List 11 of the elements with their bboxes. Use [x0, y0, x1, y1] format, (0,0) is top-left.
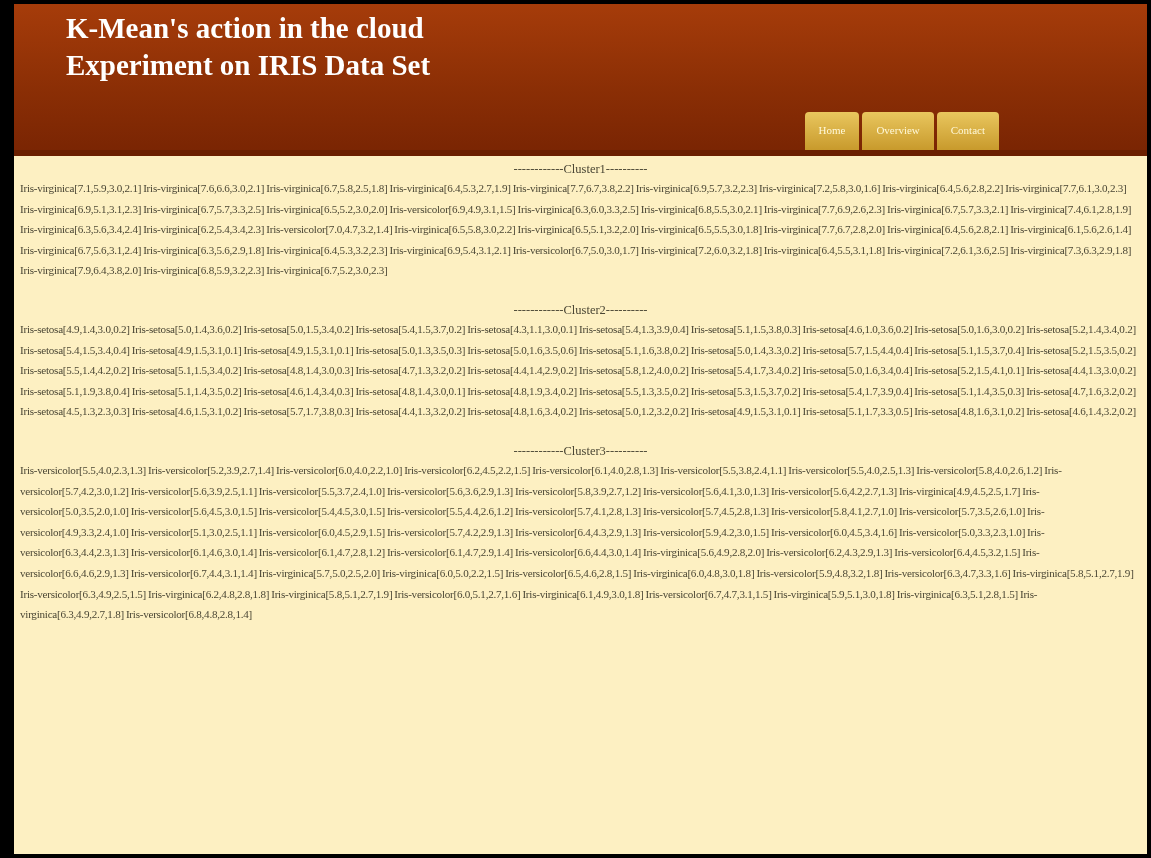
nav-tab[interactable]: Contact	[936, 111, 999, 150]
cluster-heading: ------------Cluster2----------	[512, 301, 649, 319]
cluster-heading: ------------Cluster3----------	[512, 442, 649, 460]
cluster-heading: ------------Cluster1----------	[512, 161, 649, 178]
cluster-members: Iris-virginica[7.1,5.9,3.0,2.1] Iris-virginica[7.6,6.6,3.0,2.1] Iris-virginica[6.7,5.8,2.5,1.8] Iris-virginica[6.4,5.3,2.7,1.9] Iris-virginica[7.7,6.7,3.8,2.2] Iris-virginica[6.9,5.7,3.2,2.3] Iris-virginica[7.2,5.8,3.0,1.6] Iris-virginica[6.4,5.6,2.8,2.2] Iris-virginica[7.7,6.1,3.0,2.3] Iris-virginica[6.9,5.1,3.1,2.3] Iris-virginica[6.7,5.7,3.3,2.5] Iris-virginica[6.5,5.2,3.0,2.0] Iris-versicolor[6.9,4.9,3.1,1.5] Iris-virginica[6.3,6.0,3.3,2.5] Iris-virginica[6.8,5.5,3.0,2.1] Iris-virginica[7.7,6.9,2.6,2.3] Iris-virginica[6.7,5.7,3.3,2.1] Iris-virginica[7.4,6.1,2.8,1.9] Iris-virginica[6.3,5.6,3.4,2.4] Iris-virginica[6.2,5.4,3.4,2.3] Iris-versicolor[7.0,4.7,3.2,1.4] Iris-virginica[6.5,5.8,3.0,2.2] Iris-virginica[6.5,5.1,3.2,2.0] Iris-virginica[6.5,5.5,3.0,1.8] Iris-virginica[7.7,6.7,2.8,2.0] Iris-virginica[6.4,5.6,2.8,2.1] Iris-virginica[6.1,5.6,2.6,1.4] Iris-virginica[6.7,5.6,3.1,2.4] Iris-virginica[6.3,5.6,2.9,1.8] Iris-virginica[6.4,5.3,3.2,2.3] Iris-virginica[6.9,5.4,3.1,2.1] Iris-versicolor[6.7,5.0,3.0,1.7] Iris-virginica[7.2,6.0,3.2,1.8] Iris-virginica[6.4,5.5,3.1,1.8] Iris-virginica[7.2,6.1,3.6,2.5] Iris-virginica[7.3,6.3,2.9,1.8] Iris-virginica[7.9,6.4,3.8,2.0] Iris-virginica[6.8,5.9,3.2,2.3] Iris-virginica[6.7,5.2,3.0,2.3]	[20, 181, 1133, 279]
nav-tab[interactable]: Home	[804, 111, 860, 150]
cluster-members: Iris-setosa[4.9,1.4,3.0,0.2] Iris-setosa[5.0,1.4,3.6,0.2] Iris-setosa[5.0,1.5,3.4,0.2] Iris-setosa[5.4,1.5,3.7,0.2] Iris-setosa[4.3,1.1,3.0,0.1] Iris-setosa[5.4,1.3,3.9,0.4] Iris-setosa[5.1,1.5,3.8,0.3] Iris-setosa[4.6,1.0,3.6,0.2] Iris-setosa[5.0,1.6,3.0,0.2] Iris-setosa[5.2,1.4,3.4,0.2] Iris-setosa[5.4,1.5,3.4,0.4] Iris-setosa[4.9,1.5,3.1,0.1] Iris-setosa[4.9,1.5,3.1,0.1] Iris-setosa[5.0,1.3,3.5,0.3] Iris-setosa[5.0,1.6,3.5,0.6] Iris-setosa[5.1,1.6,3.8,0.2] Iris-setosa[5.0,1.4,3.3,0.2] Iris-setosa[5.7,1.5,4.4,0.4] Iris-setosa[5.1,1.5,3.7,0.4] Iris-setosa[5.2,1.5,3.5,0.2] Iris-setosa[5.5,1.4,4.2,0.2] Iris-setosa[5.1,1.5,3.4,0.2] Iris-setosa[4.8,1.4,3.0,0.3] Iris-setosa[4.7,1.3,3.2,0.2] Iris-setosa[4.4,1.4,2.9,0.2] Iris-setosa[5.8,1.2,4.0,0.2] Iris-setosa[5.4,1.7,3.4,0.2] Iris-setosa[5.0,1.6,3.4,0.4] Iris-setosa[5.2,1.5,4.1,0.1] Iris-setosa[4.4,1.3,3.0,0.2] Iris-setosa[5.1,1.9,3.8,0.4] Iris-setosa[5.1,1.4,3.5,0.2] Iris-setosa[4.6,1.4,3.4,0.3] Iris-setosa[4.8,1.4,3.0,0.1] Iris-setosa[4.8,1.9,3.4,0.2] Iris-setosa[5.5,1.3,3.5,0.2] Iris-setosa[5.3,1.5,3.7,0.2] Iris-setosa[5.4,1.7,3.9,0.4] Iris-setosa[5.1,1.4,3.5,0.3] Iris-setosa[4.7,1.6,3.2,0.2] Iris-setosa[4.5,1.3,2.3,0.3] Iris-setosa[4.6,1.5,3.1,0.2] Iris-setosa[5.7,1.7,3.8,0.3] Iris-setosa[4.4,1.3,3.2,0.2] Iris-setosa[4.8,1.6,3.4,0.2] Iris-setosa[5.0,1.2,3.2,0.2] Iris-setosa[4.9,1.5,3.1,0.1] Iris-setosa[5.1,1.7,3.3,0.5] Iris-setosa[4.8,1.6,3.1,0.2] Iris-setosa[4.6,1.4,3.2,0.2]	[20, 321, 1137, 420]
cluster-members: Iris-versicolor[5.5,4.0,2.3,1.3] Iris-versicolor[5.2,3.9,2.7,1.4] Iris-versicolor[6.0,4.0,2.2,1.0] Iris-versicolor[6.2,4.5,2.2,1.5] Iris-versicolor[6.1,4.0,2.8,1.3] Iris-versicolor[5.5,3.8,2.4,1.1] Iris-versicolor[5.5,4.0,2.5,1.3] Iris-versicolor[5.8,4.0,2.6,1.2] Iris-versicolor[5.7,4.2,3.0,1.2] Iris-versicolor[5.6,3.9,2.5,1.1] Iris-versicolor[5.5,3.7,2.4,1.0] Iris-versicolor[5.6,3.6,2.9,1.3] Iris-versicolor[5.8,3.9,2.7,1.2] Iris-versicolor[5.6,4.1,3.0,1.3] Iris-versicolor[5.6,4.2,2.7,1.3] Iris-virginica[4.9,4.5,2.5,1.7] Iris-versicolor[5.0,3.5,2.0,1.0] Iris-versicolor[5.6,4.5,3.0,1.5] Iris-versicolor[5.4,4.5,3.0,1.5] Iris-versicolor[5.5,4.4,2.6,1.2] Iris-versicolor[5.7,4.1,2.8,1.3] Iris-versicolor[5.7,4.5,2.8,1.3] Iris-versicolor[5.8,4.1,2.7,1.0] Iris-versicolor[5.7,3.5,2.6,1.0] Iris-versicolor[4.9,3.3,2.4,1.0] Iris-versicolor[5.1,3.0,2.5,1.1] Iris-versicolor[6.0,4.5,2.9,1.5] Iris-versicolor[5.7,4.2,2.9,1.3] Iris-versicolor[6.4,4.3,2.9,1.3] Iris-versicolor[5.9,4.2,3.0,1.5] Iris-versicolor[6.0,4.5,3.4,1.6] Iris-versicolor[5.0,3.3,2.3,1.0] Iris-versicolor[6.3,4.4,2.3,1.3] Iris-versicolor[6.1,4.6,3.0,1.4] Iris-versicolor[6.1,4.7,2.8,1.2] Iris-versicolor[6.1,4.7,2.9,1.4] Iris-versicolor[6.6,4.4,3.0,1.4] Iris-virginica[5.6,4.9,2.8,2.0] Iris-versicolor[6.2,4.3,2.9,1.3] Iris-versicolor[6.4,4.5,3.2,1.5] Iris-versicolor[6.6,4.6,2.9,1.3] Iris-versicolor[6.7,4.4,3.1,1.4] Iris-virginica[5.7,5.0,2.5,2.0] Iris-virginica[6.0,5.0,2.2,1.5] Iris-versicolor[6.5,4.6,2.8,1.5] Iris-virginica[6.0,4.8,3.0,1.8] Iris-versicolor[5.9,4.8,3.2,1.8] Iris-versicolor[6.3,4.7,3.3,1.6] Iris-virginica[5.8,5.1,2.7,1.9] Iris-versicolor[6.3,4.9,2.5,1.5] Iris-virginica[6.2,4.8,2.8,1.8] Iris-virginica[5.8,5.1,2.7,1.9] Iris-versicolor[6.0,5.1,2.7,1.6] Iris-virginica[6.1,4.9,3.0,1.8] Iris-versicolor[6.7,4.7,3.1,1.5] Iris-virginica[5.9,5.1,3.0,1.8] Iris-virginica[6.3,5.1,2.8,1.5] Iris-virginica[6.3,4.9,2.7,1.8] Iris-versicolor[6.8,4.8,2.8,1.4]	[20, 462, 1135, 623]
page-title: K-Mean's action in the cloud	[66, 11, 425, 46]
nav-tab[interactable]: Overview	[862, 111, 934, 150]
page-title: Experiment on IRIS Data Set	[66, 48, 432, 83]
